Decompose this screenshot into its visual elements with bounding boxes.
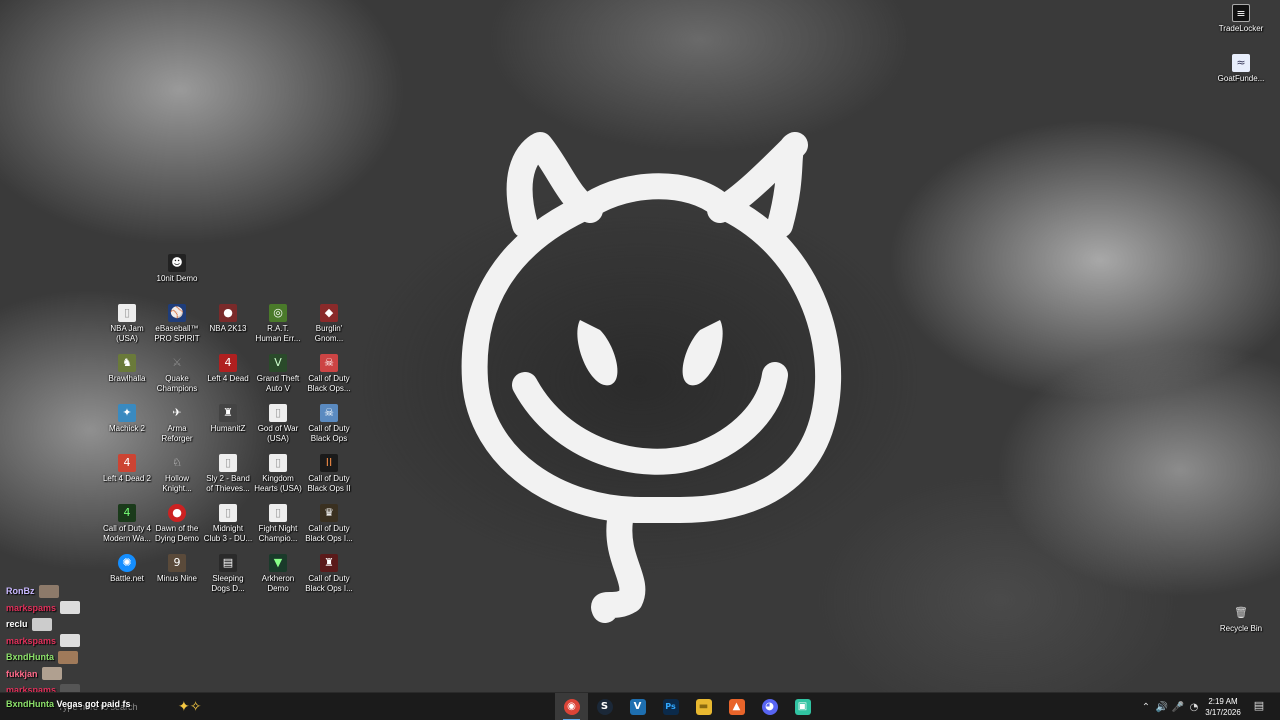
notification-icon[interactable]: ▤ xyxy=(1252,699,1266,713)
streamlabs-icon: ▣ xyxy=(794,699,811,715)
game-icon: ◆ xyxy=(320,304,338,322)
game-icon: 4 xyxy=(118,454,136,472)
chat-message: markspams xyxy=(6,600,206,616)
file-icon: ▯ xyxy=(269,454,287,472)
desktop-icon-game[interactable]: ♜ Call of Duty Black Ops I... xyxy=(299,554,359,604)
game-icon: ● xyxy=(219,304,237,322)
chrome-icon: ◉ xyxy=(563,699,580,715)
game-icon: V xyxy=(269,354,287,372)
game-icon: 9 xyxy=(168,554,186,572)
desktop-icon-game[interactable]: II Call of Duty Black Ops II xyxy=(299,454,359,504)
taskbar-app-streamlabs[interactable]: ▣ xyxy=(786,693,819,720)
clock-time: 2:19 AM xyxy=(1208,697,1238,706)
game-icon: ♜ xyxy=(320,554,338,572)
avatar xyxy=(38,584,59,598)
file-icon: ▯ xyxy=(269,504,287,522)
desktop-icon-game[interactable]: ☻ 10nit Demo xyxy=(147,254,207,304)
game-icon: ♘ xyxy=(172,456,182,469)
game-icon: ♜ xyxy=(219,404,237,422)
desktop-icon-game[interactable]: ◆ Burglin' Gnom... xyxy=(299,304,359,354)
clock-date: 3/17/2026 xyxy=(1205,708,1241,717)
desktop-icon-tradelocker[interactable]: ≡ TradeLocker xyxy=(1211,4,1271,54)
chat-username: fukkjan xyxy=(6,668,38,679)
chat-username: RonBz xyxy=(6,586,35,596)
recycle-bin-icon: 🗑 xyxy=(1234,606,1248,619)
taskbar-app-brave[interactable]: ▲ xyxy=(720,693,753,720)
chat-message: markspams xyxy=(6,633,206,649)
taskbar-app-photoshop[interactable]: Ps xyxy=(654,693,687,720)
chat-username: reclu xyxy=(6,619,28,629)
game-icon: ✈ xyxy=(172,406,182,419)
desktop-icon-game[interactable]: ♛ Call of Duty Black Ops I... xyxy=(299,504,359,554)
search-box[interactable]: Type here to search BxndHunta Vegas got … xyxy=(0,693,222,720)
game-icon: ☻ xyxy=(168,254,186,272)
file-icon: ▯ xyxy=(219,454,237,472)
chat-username: markspams xyxy=(6,635,57,646)
avatar xyxy=(60,601,81,614)
file-icon: ▯ xyxy=(269,404,287,422)
game-icon: ▤ xyxy=(219,554,237,572)
taskbar: Type here to search BxndHunta Vegas got … xyxy=(0,692,1280,720)
taskbar-app-vscode[interactable]: V xyxy=(621,693,654,720)
game-icon: ✦ xyxy=(118,404,136,422)
game-icon: ⚔ xyxy=(172,356,182,369)
stream-chat-overlay: RonBz markspams reclu markspams BxndHunt… xyxy=(6,583,206,699)
photoshop-icon: Ps xyxy=(662,699,679,715)
desktop-icon-game[interactable]: ☠ Call of Duty Black Ops xyxy=(299,404,359,454)
chat-message: fukkjan xyxy=(6,666,206,682)
vscode-icon: V xyxy=(629,699,646,715)
battlenet-icon: ✺ xyxy=(118,554,136,572)
stream-chat-message: BxndHunta Vegas got paid fs xyxy=(6,699,131,709)
game-icon: ● xyxy=(168,504,186,522)
volume-icon[interactable]: 🔊 xyxy=(1154,702,1170,713)
game-icon: ☠ xyxy=(320,404,338,422)
file-icon: ▯ xyxy=(219,504,237,522)
microphone-icon[interactable]: 🎤 xyxy=(1170,702,1186,713)
game-icon: ☠ xyxy=(320,354,338,372)
game-icon: II xyxy=(320,454,338,472)
avatar xyxy=(41,667,62,680)
desktop-icon-game[interactable]: ☠ Call of Duty Black Ops... xyxy=(299,354,359,404)
game-icon: 4 xyxy=(118,504,136,522)
steam-icon: S xyxy=(596,699,613,715)
goatfunded-icon: ≈ xyxy=(1232,54,1250,72)
chevron-up-icon[interactable]: ⌃ xyxy=(1138,702,1154,713)
taskbar-app-file-explorer[interactable]: ▬ xyxy=(687,693,720,720)
game-icon: ⚾ xyxy=(168,304,186,322)
file-explorer-icon: ▬ xyxy=(695,699,712,715)
chat-message: RonBz xyxy=(6,583,206,599)
system-tray: ⌃ 🔊 🎤 ◔ xyxy=(1138,693,1202,720)
discord-icon: ◕ xyxy=(761,699,778,715)
file-icon: ▯ xyxy=(118,304,136,322)
desktop-icon-recycle-bin[interactable]: 🗑 Recycle Bin xyxy=(1211,604,1271,654)
taskbar-apps: ◉ S V Ps ▬ ▲ ◕ ▣ xyxy=(555,693,819,720)
game-icon: ♞ xyxy=(118,354,136,372)
game-icon: ▼ xyxy=(269,554,287,572)
game-icon: ♛ xyxy=(320,504,338,522)
taskbar-clock[interactable]: 2:19 AM 3/17/2026 xyxy=(1200,696,1246,718)
avatar xyxy=(58,650,78,664)
game-icon: 4 xyxy=(219,354,237,372)
taskbar-app-steam[interactable]: S xyxy=(588,693,621,720)
tradelocker-icon: ≡ xyxy=(1232,4,1250,22)
chat-username: BxndHunta xyxy=(6,652,54,662)
chat-message: BxndHunta xyxy=(6,649,206,665)
taskbar-app-chrome[interactable]: ◉ xyxy=(555,693,588,720)
game-icon: ◎ xyxy=(269,304,287,322)
brave-icon: ▲ xyxy=(728,699,745,715)
sparkle-icon: ✦✧ xyxy=(178,698,202,714)
taskbar-app-discord[interactable]: ◕ xyxy=(753,693,786,720)
chat-username: markspams xyxy=(6,602,57,613)
chat-message: reclu xyxy=(6,616,206,632)
desktop-icon-goatfunded[interactable]: ≈ GoatFunde... xyxy=(1211,54,1271,104)
wallpaper-devil-smiley xyxy=(461,132,842,623)
avatar xyxy=(31,617,52,631)
avatar xyxy=(60,634,81,647)
